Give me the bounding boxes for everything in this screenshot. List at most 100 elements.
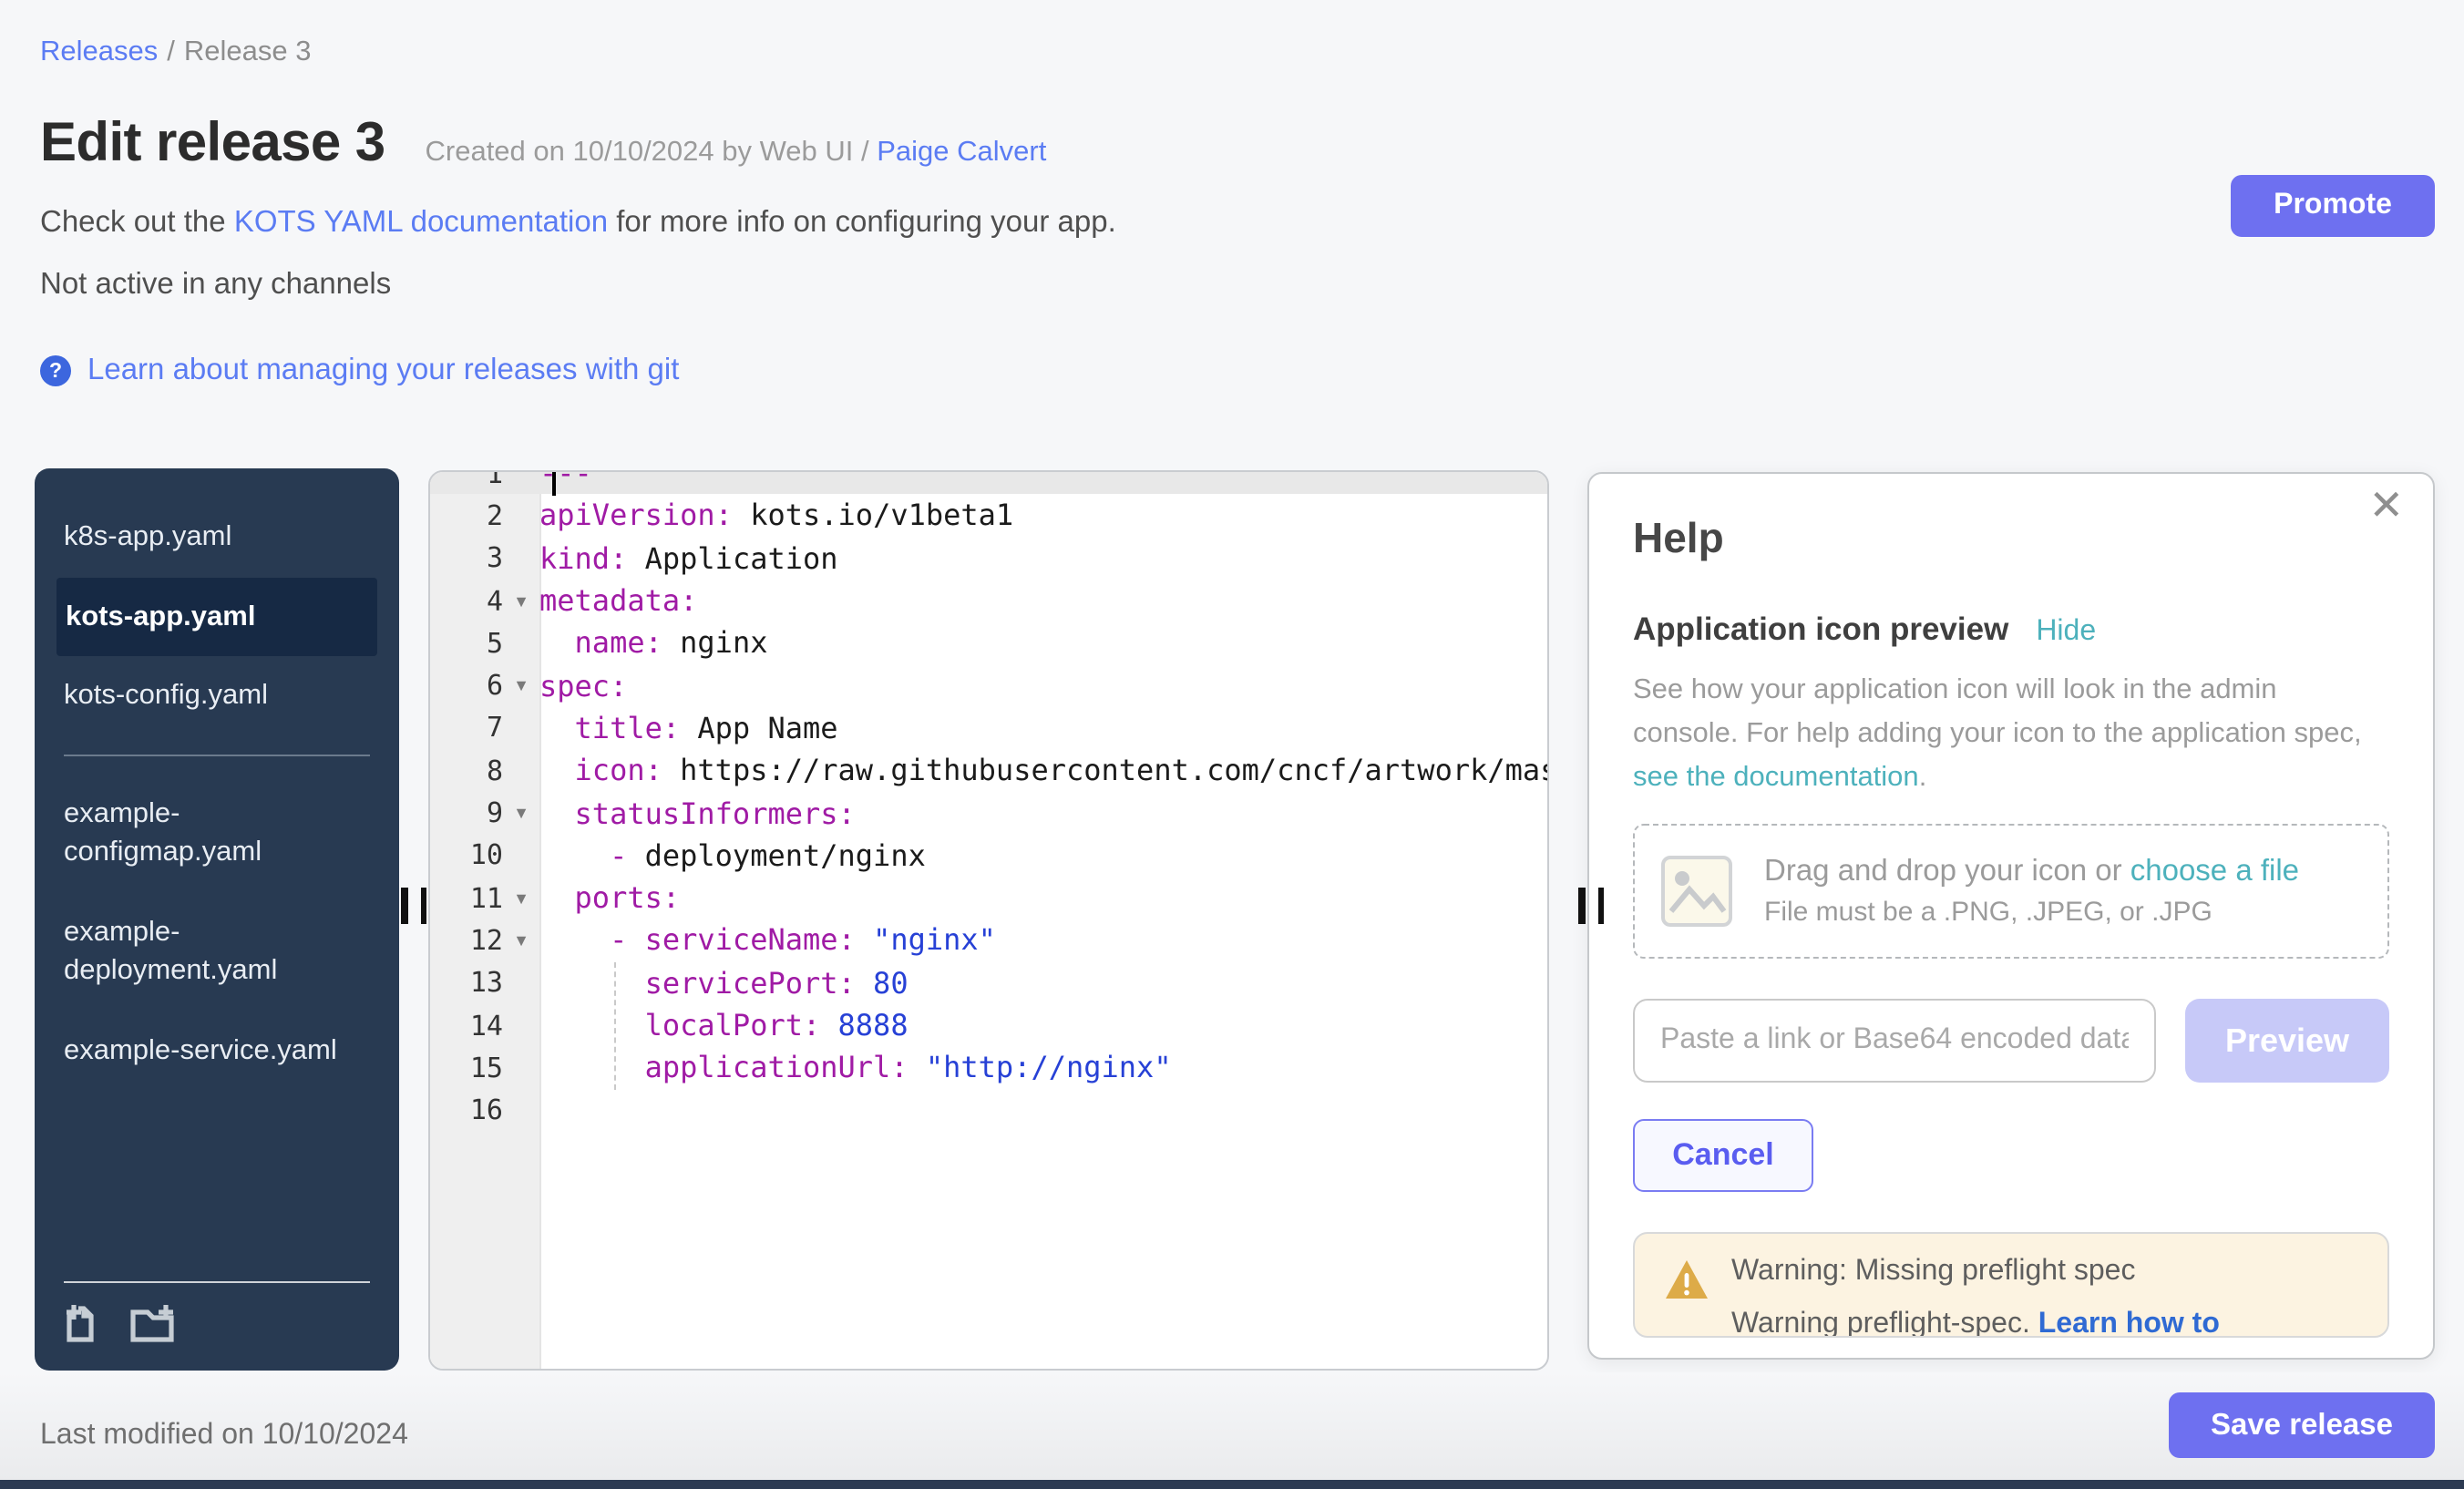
image-placeholder-icon: [1660, 855, 1733, 928]
breadcrumb-separator: /: [167, 36, 175, 67]
sidebar-resize-handle[interactable]: [401, 888, 426, 924]
new-folder-icon[interactable]: [129, 1301, 177, 1345]
editor-line: 5 name: nginx: [430, 621, 1547, 664]
fold-arrow-icon[interactable]: ▼: [503, 804, 539, 822]
kots-yaml-docs-link[interactable]: KOTS YAML documentation: [234, 206, 608, 239]
hide-link[interactable]: Hide: [2036, 616, 2096, 649]
code-text: metadata:: [539, 583, 1547, 618]
sidebar-actions: [64, 1281, 370, 1371]
code-text: ports:: [539, 880, 1547, 915]
line-number: 11: [430, 881, 503, 914]
page: Releases / Release 3 Edit release 3 Create…: [0, 0, 2464, 1489]
workspace: k8s-app.yamlkots-app.yamlkots-config.yam…: [0, 468, 2464, 1374]
fold-arrow-icon[interactable]: ▼: [503, 888, 539, 907]
title-row: Edit release 3 Created on 10/10/2024 by …: [40, 113, 2424, 175]
warning-text: Warning: Missing preflight spec Warning …: [1731, 1256, 2358, 1314]
yaml-editor[interactable]: 1---2apiVersion: kots.io/v1beta13kind: A…: [428, 470, 1549, 1371]
line-number: 12: [430, 924, 503, 957]
preview-button[interactable]: Preview: [2185, 999, 2389, 1083]
author-link[interactable]: Paige Calvert: [877, 137, 1046, 168]
created-meta: Created on 10/10/2024 by Web UI / Paige …: [426, 137, 1047, 169]
file-tree-item[interactable]: kots-config.yaml: [35, 656, 399, 735]
editor-line: 2apiVersion: kots.io/v1beta1: [430, 495, 1547, 538]
editor-line: 7 title: App Name: [430, 707, 1547, 750]
editor-line: 9▼ statusInformers:: [430, 792, 1547, 835]
created-text: Created on 10/10/2024 by Web UI /: [426, 137, 878, 168]
line-number: 6: [430, 669, 503, 702]
line-number: 4: [430, 584, 503, 617]
choose-file-link[interactable]: choose a file: [2130, 855, 2299, 888]
code-text: localPort: 8888: [539, 1008, 1547, 1042]
warning-line2: Warning preflight-spec. Learn how to con…: [1731, 1309, 2358, 1338]
line-number: 3: [430, 541, 503, 574]
save-release-button[interactable]: Save release: [2169, 1392, 2435, 1458]
help-panel: ✕ Help Application icon preview Hide See…: [1587, 472, 2435, 1360]
page-header: Releases / Release 3 Edit release 3 Create…: [0, 0, 2464, 388]
file-tree-divider: [64, 754, 370, 755]
file-sidebar: k8s-app.yamlkots-app.yamlkots-config.yam…: [35, 468, 399, 1371]
editor-line: 16: [430, 1089, 1547, 1132]
editor-line: 8 icon: https://raw.githubusercontent.co…: [430, 749, 1547, 792]
editor-line: 12▼ - serviceName: "nginx": [430, 919, 1547, 962]
drop-text: Drag and drop your icon or: [1764, 855, 2130, 888]
line-number: 8: [430, 754, 503, 786]
file-tree: k8s-app.yamlkots-app.yamlkots-config.yam…: [35, 468, 399, 1281]
icon-preview-section-header: Application icon preview Hide: [1633, 611, 2389, 649]
editor-line: 3 kind: Application: [430, 537, 1547, 580]
line-number: 7: [430, 712, 503, 744]
question-icon: ?: [40, 355, 71, 386]
desc-period: .: [1919, 762, 1927, 793]
footer: Last modified on 10/10/2024 Save release: [0, 1372, 2464, 1489]
line-number: 15: [430, 1052, 503, 1084]
line-number: 1: [430, 470, 503, 489]
code-text: name: nginx: [539, 626, 1547, 661]
file-tree-item[interactable]: kots-app.yaml: [56, 577, 377, 656]
docs-line: Check out the KOTS YAML documentation fo…: [40, 206, 2424, 241]
breadcrumb-releases-link[interactable]: Releases: [40, 36, 158, 67]
breadcrumb: Releases / Release 3: [40, 36, 2424, 69]
icon-dropzone[interactable]: Drag and drop your icon or choose a file…: [1633, 824, 2389, 959]
line-number: 9: [430, 796, 503, 829]
help-resize-handle[interactable]: [1578, 888, 1604, 924]
fold-arrow-icon[interactable]: ▼: [503, 676, 539, 694]
editor-line: 6▼spec:: [430, 664, 1547, 707]
code-text: icon: https://raw.githubusercontent.com/…: [539, 753, 1547, 787]
file-tree-item[interactable]: example-service.yaml: [35, 1011, 399, 1090]
icon-preview-description: See how your application icon will look …: [1633, 669, 2389, 800]
new-file-icon[interactable]: [64, 1301, 104, 1345]
fold-arrow-icon[interactable]: ▼: [503, 931, 539, 950]
close-icon[interactable]: ✕: [2368, 485, 2404, 527]
editor-line: 14 localPort: 8888: [430, 1004, 1547, 1047]
editor-line: 4▼metadata:: [430, 580, 1547, 622]
file-tree-item[interactable]: example- configmap.yaml: [35, 774, 399, 892]
editor-line: 10 - deployment/nginx: [430, 834, 1547, 877]
bottom-nav-strip: [0, 1480, 2464, 1489]
cancel-button[interactable]: Cancel: [1633, 1119, 1813, 1192]
file-tree-item[interactable]: k8s-app.yaml: [35, 498, 399, 577]
channel-status: Not active in any channels: [40, 268, 2424, 303]
see-documentation-link[interactable]: see the documentation: [1633, 762, 1919, 793]
warning-icon: [1664, 1258, 1709, 1301]
file-tree-item[interactable]: example- deployment.yaml: [35, 892, 399, 1011]
dropzone-text: Drag and drop your icon or choose a file…: [1764, 855, 2299, 928]
promote-button[interactable]: Promote: [2231, 175, 2435, 237]
code-text: - serviceName: "nginx": [539, 923, 1547, 958]
git-help-row: ? Learn about managing your releases wit…: [40, 354, 2424, 388]
editor-lines: 1---2apiVersion: kots.io/v1beta13kind: A…: [430, 470, 1547, 1132]
line-number: 5: [430, 627, 503, 660]
icon-url-input[interactable]: [1633, 999, 2156, 1083]
code-text: kind: Application: [539, 540, 1547, 575]
code-text: title: App Name: [539, 711, 1547, 745]
breadcrumb-current: Release 3: [184, 36, 312, 67]
fold-arrow-icon[interactable]: ▼: [503, 591, 539, 610]
file-type-rule: File must be a .PNG, .JPEG, or .JPG: [1764, 897, 2299, 928]
git-releases-link[interactable]: Learn about managing your releases with …: [87, 354, 679, 388]
desc-text: See how your application icon will look …: [1633, 674, 2362, 749]
code-text: - deployment/nginx: [539, 838, 1547, 873]
editor-line: 11▼ ports:: [430, 877, 1547, 919]
help-title: Help: [1633, 514, 2389, 563]
preflight-warning-box: Warning: Missing preflight spec Warning …: [1633, 1232, 2389, 1338]
line-number: 16: [430, 1094, 503, 1126]
editor-cursor: [552, 472, 556, 496]
code-text: statusInformers:: [539, 796, 1547, 830]
